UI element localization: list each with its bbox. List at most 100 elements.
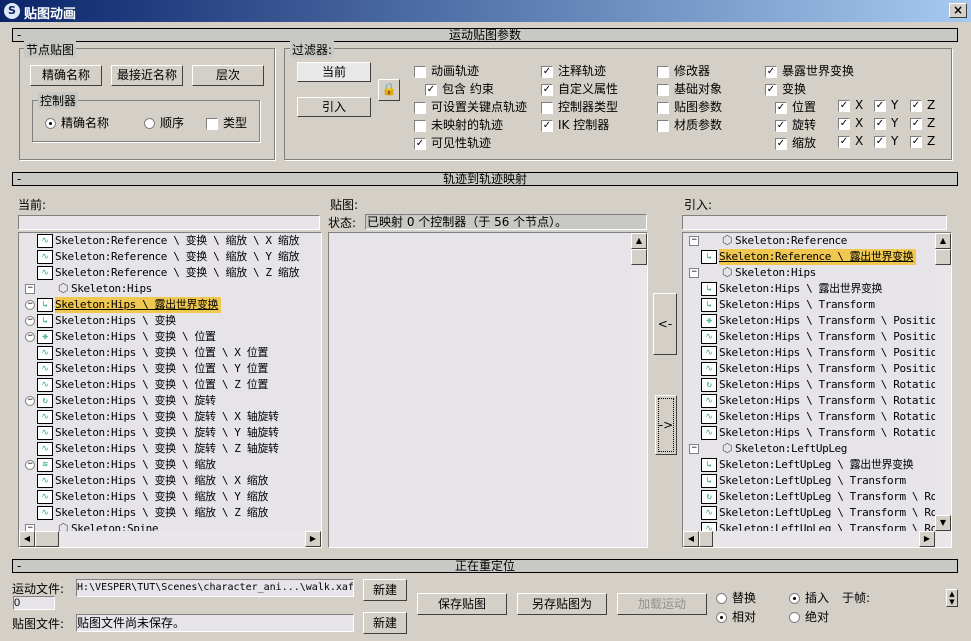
save-map-button[interactable]: 保存贴图 [417, 593, 507, 615]
tree-row[interactable]: ∿ Skeleton:Hips \ 变换 \ 缩放 \ X 缩放 [19, 473, 319, 489]
controller-type-checkbox[interactable]: 类型 [206, 114, 247, 131]
expand-toggle-icon[interactable]: − [689, 444, 699, 454]
filter-axis-checkbox[interactable]: ✓ 缩放 [775, 134, 816, 151]
filter-col4-checkbox[interactable]: ✓ 变换 [765, 80, 806, 97]
tree-row[interactable]: − ↻ Skeleton:Hips \ 变换 \ 旋转 [19, 393, 319, 409]
tree-row[interactable]: ↳ Skeleton:LeftUpLeg \ 露出世界变换 [683, 457, 933, 473]
tree-row[interactable]: ∿ Skeleton:Hips \ 变换 \ 缩放 \ Z 缩放 [19, 505, 319, 521]
load-motion-button[interactable]: 加载运动 [617, 593, 707, 615]
filter-col3-checkbox[interactable]: 修改器 [657, 62, 710, 79]
filter-col1-checkbox[interactable]: ✓ 可见性轨迹 [414, 134, 491, 151]
absolute-radio[interactable]: 绝对 [789, 608, 829, 625]
close-button[interactable]: × [949, 3, 967, 18]
tree-row[interactable]: ∿ Skeleton:Hips \ 变换 \ 位置 \ X 位置 [19, 345, 319, 361]
exact-name-button[interactable]: 精确名称 [30, 65, 102, 86]
insert-radio[interactable]: 插入 [789, 589, 829, 606]
filter-col2-checkbox[interactable]: ✓ 注释轨迹 [541, 62, 606, 79]
map-file-field[interactable]: 贴图文件尚未保存。 [76, 614, 354, 632]
tree-row[interactable]: ∿ Skeleton:Hips \ 变换 \ 位置 \ Z 位置 [19, 377, 319, 393]
expand-toggle-icon[interactable]: − [25, 460, 35, 470]
tree-row[interactable]: ↳ Skeleton:LeftUpLeg \ Transform [683, 473, 933, 489]
tree-row[interactable]: ∿ Skeleton:Reference \ 变换 \ 缩放 \ Z 缩放 [19, 265, 319, 281]
tree-row[interactable]: ↻ Skeleton:Hips \ Transform \ Rotation [683, 377, 943, 393]
filter-col1-checkbox[interactable]: 未映射的轨迹 [414, 116, 503, 133]
filter-col2-checkbox[interactable]: ✓ IK 控制器 [541, 116, 609, 133]
filter-axis-x-checkbox[interactable]: ✓ X [838, 116, 863, 130]
scroll-thumb[interactable] [631, 249, 647, 265]
current-track-list[interactable]: ∿ Skeleton:Reference \ 变换 \ 缩放 \ X 缩放 ∿ Ske… [18, 232, 322, 548]
tree-row[interactable]: − ✥ Skeleton:Hips \ 变换 \ 位置 [19, 329, 319, 345]
scroll-right-button[interactable]: ▶ [305, 531, 321, 547]
scroll-right-button[interactable]: ▶ [919, 531, 935, 547]
frame-spinner[interactable]: ▲ ▼ [946, 589, 958, 607]
hierarchy-button[interactable]: 层次 [192, 65, 264, 86]
tree-row[interactable]: ∿ Skeleton:Hips \ Transform \ Rotation [683, 393, 943, 409]
map-new-button[interactable]: 新建 [363, 612, 407, 634]
rollout-track-map-header[interactable]: - 轨迹到轨迹映射 [12, 172, 958, 186]
filter-col1-checkbox[interactable]: 动画轨迹 [414, 62, 479, 79]
filter-axis-x-checkbox[interactable]: ✓ X [838, 134, 863, 148]
filter-axis-z-checkbox[interactable]: ✓ Z [910, 98, 935, 112]
scroll-left-button[interactable]: ◀ [683, 531, 699, 547]
filter-axis-y-checkbox[interactable]: ✓ Y [874, 134, 898, 148]
vertical-scrollbar[interactable] [935, 233, 951, 531]
map-right-button[interactable]: -> [655, 395, 677, 455]
filter-col3-checkbox[interactable]: 基础对象 [657, 80, 722, 97]
horizontal-scrollbar[interactable] [19, 531, 321, 547]
tree-row[interactable]: ∿ Skeleton:Hips \ Transform \ Position [683, 329, 943, 345]
filter-col2-checkbox[interactable]: ✓ 自定义属性 [541, 80, 618, 97]
tree-row[interactable]: ∿ Skeleton:Hips \ Transform \ Rotation [683, 425, 943, 441]
rollout-params-header[interactable]: - 运动贴图参数 [12, 28, 958, 42]
tree-row[interactable]: ∿ Skeleton:Reference \ 变换 \ 缩放 \ X 缩放 [19, 233, 319, 249]
expand-toggle-icon[interactable]: − [25, 300, 35, 310]
motion-file-field[interactable]: H:\VESPER\TUT\Scenes\character_ani...\wa… [76, 579, 354, 597]
current-filter-input[interactable] [18, 215, 320, 230]
tree-row[interactable]: ∿ Skeleton:Hips \ 变换 \ 旋转 \ Y 轴旋转 [19, 425, 319, 441]
scroll-thumb[interactable] [699, 531, 713, 547]
controller-exact-radio[interactable]: 精确名称 [45, 114, 109, 131]
filter-col4-checkbox[interactable]: ✓ 暴露世界变换 [765, 62, 854, 79]
incoming-filter-input[interactable] [682, 215, 947, 230]
tree-row[interactable]: ∿ Skeleton:Hips \ Transform \ Position [683, 361, 943, 377]
lock-icon[interactable]: 🔒 [378, 79, 400, 101]
filter-incoming-button[interactable]: 引入 [297, 97, 371, 117]
tree-row[interactable]: ↻ Skeleton:LeftUpLeg \ Transform \ Rot [683, 489, 943, 505]
tree-row[interactable]: ↳ Skeleton:Reference \ 露出世界变换 [683, 249, 933, 265]
mapping-scrollbar[interactable] [631, 233, 647, 545]
filter-col1-checkbox[interactable]: ✓ 包含 约束 [425, 80, 494, 97]
horizontal-scrollbar[interactable] [683, 531, 951, 547]
expand-toggle-icon[interactable]: − [25, 316, 35, 326]
filter-axis-checkbox[interactable]: ✓ 位置 [775, 98, 816, 115]
tree-row[interactable]: ∿ Skeleton:Hips \ 变换 \ 旋转 \ X 轴旋转 [19, 409, 319, 425]
scroll-up-button[interactable]: ▲ [935, 233, 951, 249]
map-left-button[interactable]: <- [653, 293, 677, 355]
tree-row[interactable]: − ≋ Skeleton:Hips \ 变换 \ 缩放 [19, 457, 319, 473]
filter-axis-y-checkbox[interactable]: ✓ Y [874, 116, 898, 130]
filter-axis-checkbox[interactable]: ✓ 旋转 [775, 116, 816, 133]
scroll-thumb[interactable] [35, 531, 59, 547]
tree-row[interactable]: − ⬡ Skeleton:Reference [683, 233, 933, 249]
filter-axis-z-checkbox[interactable]: ✓ Z [910, 116, 935, 130]
tree-row[interactable]: ✥ Skeleton:Hips \ Transform \ Position [683, 313, 943, 329]
filter-col2-checkbox[interactable]: 控制器类型 [541, 98, 618, 115]
incoming-track-list[interactable]: − ⬡ Skeleton:Reference ↳ Skeleton:Reference … [682, 232, 952, 548]
tree-row[interactable]: ∿ Skeleton:Reference \ 变换 \ 缩放 \ Y 缩放 [19, 249, 319, 265]
filter-axis-y-checkbox[interactable]: ✓ Y [874, 98, 898, 112]
scroll-up-button[interactable]: ▲ [631, 233, 647, 249]
tree-row[interactable]: ↳ Skeleton:Hips \ Transform [683, 297, 933, 313]
expand-toggle-icon[interactable]: − [689, 268, 699, 278]
frame-input[interactable] [13, 596, 55, 610]
mapping-list[interactable]: ▲ [328, 232, 648, 548]
tree-row[interactable]: ↳ Skeleton:Hips \ 露出世界变换 [683, 281, 933, 297]
expand-toggle-icon[interactable]: − [25, 396, 35, 406]
tree-row[interactable]: − ⬡ Skeleton:LeftUpLeg [683, 441, 933, 457]
tree-row[interactable]: − ⬡ Skeleton:Hips [683, 265, 933, 281]
filter-col1-checkbox[interactable]: 可设置关键点轨迹 [414, 98, 527, 115]
filter-axis-z-checkbox[interactable]: ✓ Z [910, 134, 935, 148]
closest-name-button[interactable]: 最接近名称 [111, 65, 183, 86]
tree-row[interactable]: − ↳ Skeleton:Hips \ 变换 [19, 313, 319, 329]
expand-toggle-icon[interactable]: − [689, 236, 699, 246]
filter-col3-checkbox[interactable]: 材质参数 [657, 116, 722, 133]
tree-row[interactable]: ∿ Skeleton:Hips \ 变换 \ 旋转 \ Z 轴旋转 [19, 441, 319, 457]
scroll-down-button[interactable]: ▼ [935, 515, 951, 531]
